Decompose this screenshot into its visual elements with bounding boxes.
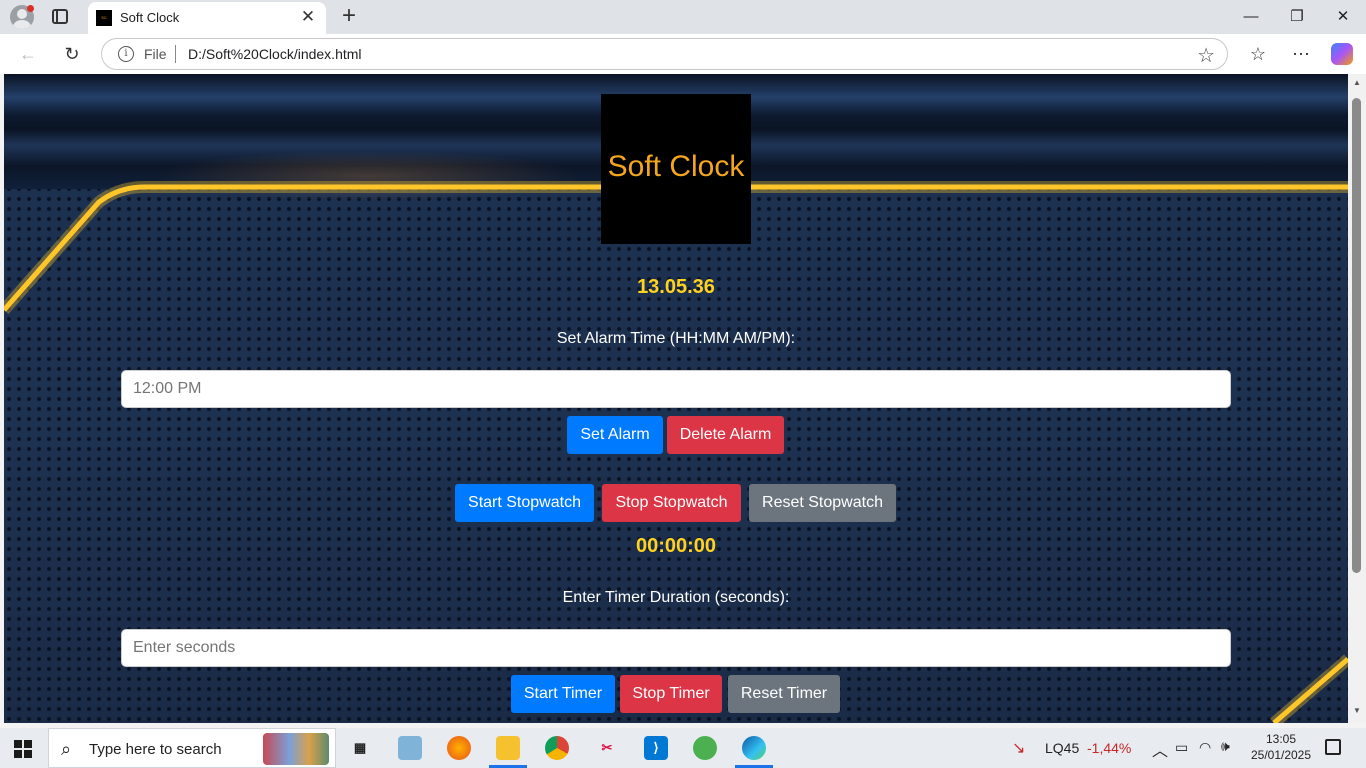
close-window-button[interactable]: ✕ [1320,0,1366,34]
snipping-tool-icon[interactable]: ✂ [595,736,619,760]
scroll-up-icon[interactable]: ▲ [1352,78,1362,87]
notification-dot-icon [27,5,34,12]
tab-favicon-icon: SC [96,10,112,26]
scroll-down-icon[interactable]: ▼ [1352,706,1362,715]
edge-icon[interactable] [742,736,766,760]
minimize-button[interactable]: — [1228,0,1274,34]
stop-stopwatch-button[interactable]: Stop Stopwatch [602,484,741,522]
timer-label: Enter Timer Duration (seconds): [562,589,790,606]
battery-icon[interactable]: ▭ [1175,739,1188,756]
firefox-icon[interactable] [447,736,471,760]
favorite-star-icon[interactable]: ☆ [1197,43,1215,68]
page-viewport: Soft Clock 13.05.36 Set Alarm Time (HH:M… [4,74,1348,723]
search-placeholder: Type here to search [89,741,222,758]
address-separator [175,45,176,63]
browser-tab[interactable]: SC Soft Clock ✕ [88,2,326,34]
stock-name[interactable]: LQ45 [1045,740,1079,756]
page-scrollbar[interactable]: ▲ ▼ [1348,74,1366,723]
reset-stopwatch-button[interactable]: Reset Stopwatch [749,484,896,522]
refresh-icon[interactable]: ↻ [60,42,84,66]
browser-toolbar: ← ↻ i File D:/Soft%20Clock/index.html ☆ … [0,34,1366,74]
search-icon: ⌕ [61,739,72,759]
notification-center-icon[interactable] [1325,739,1341,755]
start-stopwatch-button[interactable]: Start Stopwatch [455,484,594,522]
new-tab-button[interactable]: + [337,4,361,28]
file-app-icon[interactable] [398,736,422,760]
chrome-icon[interactable] [545,736,569,760]
taskbar-date: 25/01/2025 [1250,748,1312,762]
current-time: 13.05.36 [637,276,715,298]
file-explorer-icon[interactable] [496,736,520,760]
more-menu-icon[interactable]: ⋯ [1289,42,1313,66]
tab-strip: SC Soft Clock ✕ + — ❐ ✕ [0,0,1366,34]
taskbar: ⌕ Type here to search ▦ ✂ ⟩ ↘ LQ45 -1,44… [0,728,1366,768]
logo-text: Soft Clock [607,150,745,183]
address-url[interactable]: D:/Soft%20Clock/index.html [188,46,362,62]
stock-chart-icon: ↘ [1012,740,1026,757]
delete-alarm-button[interactable]: Delete Alarm [667,416,784,454]
tab-title: Soft Clock [120,10,180,25]
vscode-icon[interactable]: ⟩ [644,736,668,760]
taskbar-clock[interactable]: 13:05 25/01/2025 [1250,731,1312,763]
address-bar[interactable]: i File D:/Soft%20Clock/index.html ☆ [101,38,1228,70]
info-icon[interactable]: i [118,46,134,62]
taskbar-time: 13:05 [1265,732,1297,746]
alarm-label: Set Alarm Time (HH:MM AM/PM): [556,330,796,347]
favorites-icon[interactable]: ☆ [1246,42,1270,66]
set-alarm-button[interactable]: Set Alarm [567,416,663,454]
copilot-icon[interactable] [1331,43,1353,65]
restore-button[interactable]: ❐ [1274,0,1320,34]
logo: Soft Clock [601,94,751,244]
back-icon[interactable]: ← [16,42,40,66]
start-timer-button[interactable]: Start Timer [511,675,615,713]
show-hidden-icons-icon[interactable]: ︿ [1152,737,1168,761]
taskbar-search[interactable]: ⌕ Type here to search [48,728,336,768]
task-view-icon[interactable]: ▦ [348,736,372,760]
app-icon[interactable] [693,736,717,760]
stock-change[interactable]: -1,44% [1087,740,1131,756]
windows-start-icon[interactable] [14,740,32,758]
tab-close-icon[interactable]: ✕ [298,7,318,27]
tab-actions-icon[interactable] [52,9,68,24]
address-scheme: File [144,46,167,62]
search-highlight-image [263,733,329,765]
reset-timer-button[interactable]: Reset Timer [728,675,840,713]
stop-timer-button[interactable]: Stop Timer [620,675,722,713]
scroll-thumb[interactable] [1352,98,1361,573]
alarm-input[interactable]: 12:00 PM [121,370,1231,408]
wifi-icon[interactable]: ◠ [1199,739,1211,756]
volume-icon[interactable]: 🕪 [1221,738,1230,755]
timer-input[interactable]: Enter seconds [121,629,1231,667]
stopwatch-display: 00:00:00 [635,535,717,557]
